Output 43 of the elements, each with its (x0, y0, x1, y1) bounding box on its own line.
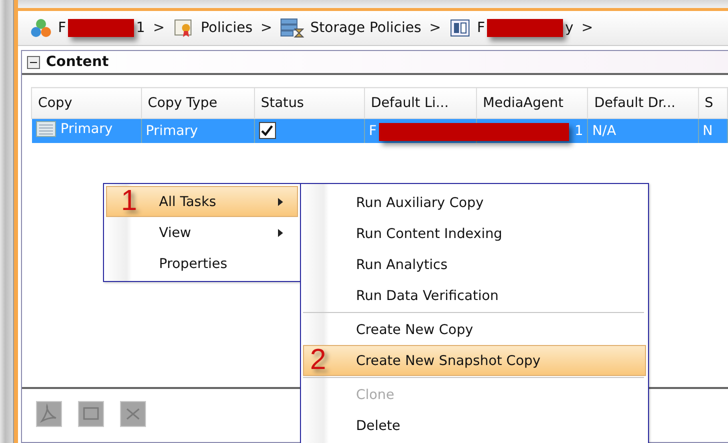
panel-title: Content (46, 54, 109, 70)
column-header[interactable]: Default Li... (364, 88, 476, 118)
server-hourglass-icon (280, 18, 304, 38)
separator-chevron: > (429, 20, 441, 36)
column-header[interactable]: Status (254, 88, 364, 118)
breadcrumb-item[interactable]: 1 (136, 20, 145, 36)
table-cell: 1 (574, 123, 584, 139)
menu-item[interactable]: 1 All Tasks (106, 186, 298, 217)
step-number: 1 (121, 187, 138, 216)
table-cell: Primary (60, 121, 113, 137)
menu-item[interactable]: Create New Copy (303, 314, 646, 345)
separator-chevron: > (152, 20, 165, 36)
separator-chevron: > (260, 20, 272, 36)
breadcrumb-item[interactable]: y (565, 20, 574, 36)
step-number: 2 (310, 346, 326, 375)
table-cell: Primary (146, 123, 198, 139)
table-cell: F (368, 123, 377, 139)
table-cell: N/A (592, 123, 616, 139)
menu-item[interactable]: Properties (106, 248, 298, 279)
checkbox[interactable] (258, 122, 276, 139)
column-header[interactable]: Default Dr... (588, 88, 698, 118)
breadcrumb-item[interactable]: Policies (200, 20, 253, 36)
table-cell: N (702, 123, 713, 139)
image-tool-icon[interactable] (78, 401, 104, 427)
collapse-icon[interactable] (27, 56, 40, 68)
column-header[interactable]: MediaAgent (476, 88, 588, 118)
separator-chevron: > (581, 20, 594, 36)
menu-item[interactable]: Run Auxiliary Copy (303, 187, 646, 218)
breadcrumb-item[interactable]: F (58, 20, 66, 36)
column-header[interactable]: Copy Type (141, 88, 254, 118)
column-header[interactable]: S (698, 88, 728, 118)
document-icon (449, 18, 471, 38)
menu-item[interactable]: Run Data Verification (303, 280, 646, 311)
menu-item[interactable]: Delete (303, 410, 646, 441)
menu-item[interactable]: View (106, 217, 298, 248)
menu-item[interactable]: Run Analytics (303, 249, 646, 280)
list-icon (36, 121, 56, 137)
column-header[interactable]: Copy (32, 88, 142, 118)
breadcrumb-item[interactable]: F (477, 20, 486, 36)
menu-item[interactable]: 2 Create New Snapshot Copy (303, 345, 646, 376)
breadcrumb-item[interactable]: Storage Policies (310, 20, 422, 36)
cubes-icon (30, 18, 52, 38)
menu-item[interactable]: Run Content Indexing (303, 218, 646, 249)
